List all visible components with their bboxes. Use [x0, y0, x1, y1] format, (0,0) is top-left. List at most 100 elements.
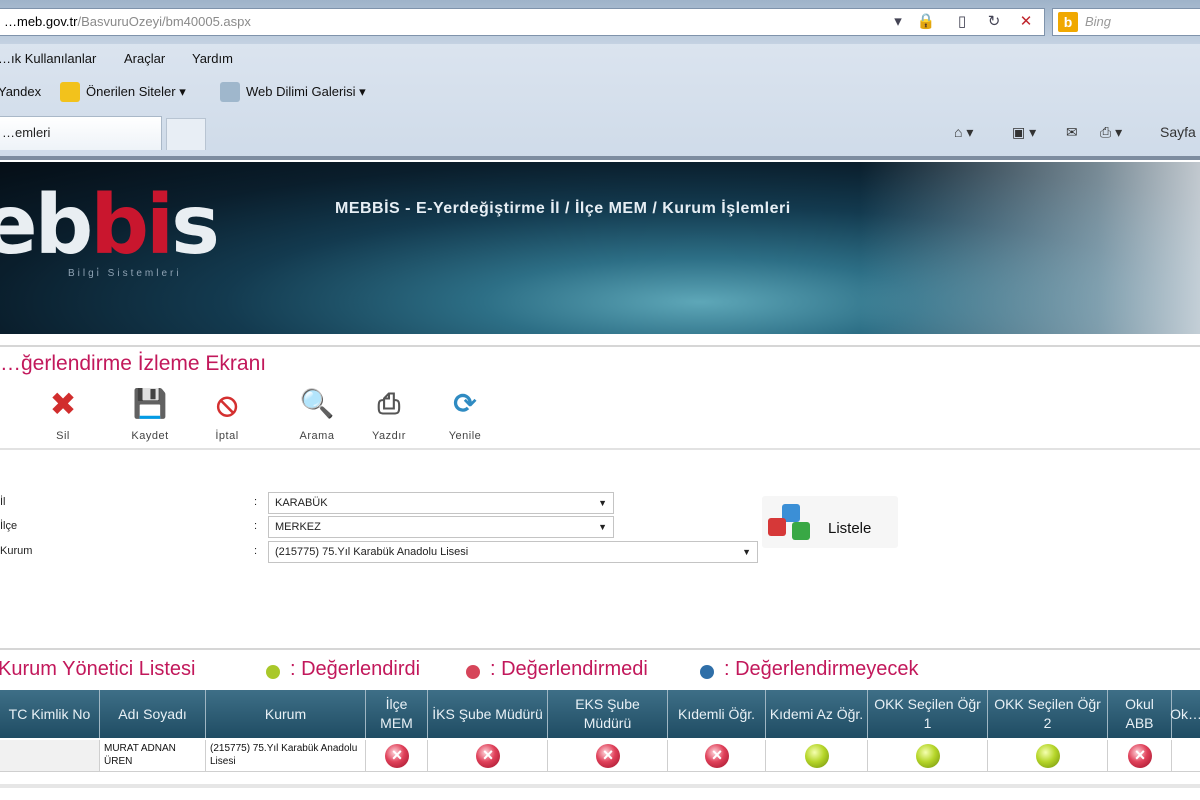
search-button[interactable]: 🔍 Arama: [282, 384, 352, 446]
dropdown-arrow-icon[interactable]: ▾: [886, 10, 910, 34]
refresh-page-icon[interactable]: ↻: [982, 10, 1006, 34]
print-button[interactable]: ⎙ Yazdır: [354, 384, 424, 446]
cell-name: MURAT ADNAN ÜREN: [100, 740, 206, 772]
not-evaluated-status-icon[interactable]: [1128, 744, 1152, 768]
colon: :: [254, 496, 258, 508]
cancel-button[interactable]: ⦸ İptal: [192, 384, 262, 446]
page-title: …ğerlendirme İzleme Ekranı: [0, 352, 267, 375]
cell-status[interactable]: [988, 740, 1108, 772]
district-select[interactable]: MERKEZ ▼: [268, 516, 614, 538]
manager-table: TC Kimlik No Adı Soyadı Kurum İlçe MEM İ…: [0, 690, 1200, 782]
institution-value: (215775) 75.Yıl Karabük Anadolu Lisesi: [275, 546, 469, 558]
column-header[interactable]: Kıdemi Az Öğr.: [766, 690, 868, 738]
feeds-icon[interactable]: ▣ ▾: [1012, 124, 1036, 141]
browser-chrome: …meb.gov.tr/BasvuruOzeyi/bm40005.aspx ▾ …: [0, 0, 1200, 160]
cell-status[interactable]: [1108, 740, 1172, 772]
form-row-province: İl : KARABÜK ▼: [0, 492, 800, 514]
column-header[interactable]: Kurum: [206, 690, 366, 738]
lock-icon[interactable]: 🔒: [914, 10, 938, 34]
page-menu[interactable]: Sayfa: [1160, 124, 1196, 140]
column-header[interactable]: Okul ABB: [1108, 690, 1172, 738]
refresh-icon: ⟳: [453, 388, 477, 419]
not-evaluated-status-icon[interactable]: [385, 744, 409, 768]
evaluated-status-icon[interactable]: [1036, 744, 1060, 768]
cell-tc: [0, 740, 100, 772]
home-icon[interactable]: ⌂ ▾: [954, 124, 973, 141]
column-header[interactable]: TC Kimlik No: [0, 690, 100, 738]
cell-status[interactable]: [766, 740, 868, 772]
chevron-down-icon: ▼: [742, 547, 751, 557]
column-header[interactable]: EKS Şube Müdürü: [548, 690, 668, 738]
not-evaluated-status-icon[interactable]: [476, 744, 500, 768]
menu-item-help[interactable]: Yardım: [192, 51, 233, 66]
column-header[interactable]: OKK Seçilen Öğr 2: [988, 690, 1108, 738]
cell-status[interactable]: [668, 740, 766, 772]
form-row-institution: Kurum : (215775) 75.Yıl Karabük Anadolu …: [0, 541, 800, 563]
legend-not-evaluated: : Değerlendirmedi: [490, 658, 648, 680]
list-button-label: Listele: [828, 520, 872, 537]
delete-icon: ✖: [49, 386, 77, 422]
list-button[interactable]: Listele: [762, 496, 898, 548]
save-button[interactable]: 💾 Kaydet: [115, 384, 185, 446]
favorite-suggested-sites[interactable]: Önerilen Siteler ▾: [86, 84, 186, 100]
menu-bar: …ık Kullanılanlar Araçlar Yardım: [0, 46, 1200, 72]
list-title: Kurum Yönetici Listesi: [0, 658, 196, 680]
province-select[interactable]: KARABÜK ▼: [268, 492, 614, 514]
web-slice-icon: [220, 82, 240, 102]
save-label: Kaydet: [131, 430, 169, 442]
favorite-web-slice[interactable]: Web Dilimi Galerisi ▾: [246, 84, 366, 100]
chrome-divider: [0, 156, 1200, 160]
table-bottom-border: [0, 784, 1200, 788]
print-browser-icon[interactable]: ⎙ ▾: [1100, 124, 1122, 141]
logo-accent: bi: [90, 178, 174, 273]
menu-item-favorites[interactable]: …ık Kullanılanlar: [0, 51, 96, 66]
province-value: KARABÜK: [275, 497, 328, 509]
stop-icon[interactable]: ✕: [1014, 10, 1038, 34]
evaluated-status-icon: [266, 665, 280, 679]
column-header[interactable]: Adı Soyadı: [100, 690, 206, 738]
cell-status[interactable]: [366, 740, 428, 772]
list-divider: [0, 648, 1200, 650]
refresh-label: Yenile: [448, 430, 482, 442]
column-header[interactable]: İlçe MEM: [366, 690, 428, 738]
cancel-icon: ⦸: [216, 386, 238, 422]
banner-title: MEBBİS - E-Yerdeğiştirme İl / İlçe MEM /…: [335, 200, 791, 217]
cubes-icon-red: [768, 518, 786, 536]
action-toolbar: ✖ Sil 💾 Kaydet ⦸ İptal 🔍 Arama ⎙ Yazdır …: [0, 384, 1200, 450]
print-icon: ⎙: [377, 388, 401, 419]
new-tab-button[interactable]: [166, 118, 206, 150]
cell-status[interactable]: [548, 740, 668, 772]
save-icon: 💾: [132, 388, 168, 419]
compatibility-icon[interactable]: ▯: [950, 10, 974, 34]
refresh-button[interactable]: ⟳ Yenile: [430, 384, 500, 446]
search-icon: 🔍: [299, 388, 335, 419]
institution-label: Kurum: [0, 545, 33, 557]
column-header[interactable]: Kıdemli Öğr.: [668, 690, 766, 738]
institution-select[interactable]: (215775) 75.Yıl Karabük Anadolu Lisesi ▼: [268, 541, 758, 563]
tab-active[interactable]: …emleri: [0, 116, 162, 150]
menu-item-tools[interactable]: Araçlar: [124, 51, 165, 66]
address-path: /BasvuruOzeyi/bm40005.aspx: [77, 14, 251, 29]
colon: :: [254, 520, 258, 532]
legend-evaluated: : Değerlendirdi: [290, 658, 421, 680]
favorite-yandex[interactable]: Yandex: [0, 84, 41, 99]
evaluated-status-icon[interactable]: [916, 744, 940, 768]
legend-will-not-evaluate: : Değerlendirmeyecek: [724, 658, 919, 680]
cell-status[interactable]: [428, 740, 548, 772]
print-label: Yazdır: [372, 430, 406, 442]
cell-overflow: [1172, 740, 1200, 772]
title-divider: [0, 345, 1200, 347]
province-label: İl: [0, 496, 6, 508]
delete-button[interactable]: ✖ Sil: [28, 384, 98, 446]
evaluated-status-icon[interactable]: [805, 744, 829, 768]
mail-icon[interactable]: ✉: [1066, 124, 1078, 141]
search-label: Arama: [299, 430, 335, 442]
not-evaluated-status-icon[interactable]: [596, 744, 620, 768]
cell-status[interactable]: [868, 740, 988, 772]
chevron-down-icon: ▼: [598, 522, 607, 532]
column-header[interactable]: İKS Şube Müdürü: [428, 690, 548, 738]
column-header[interactable]: OKK Seçilen Öğr 1: [868, 690, 988, 738]
column-header[interactable]: Ok…: [1170, 690, 1200, 738]
not-evaluated-status-icon[interactable]: [705, 744, 729, 768]
not-evaluated-status-icon: [466, 665, 480, 679]
